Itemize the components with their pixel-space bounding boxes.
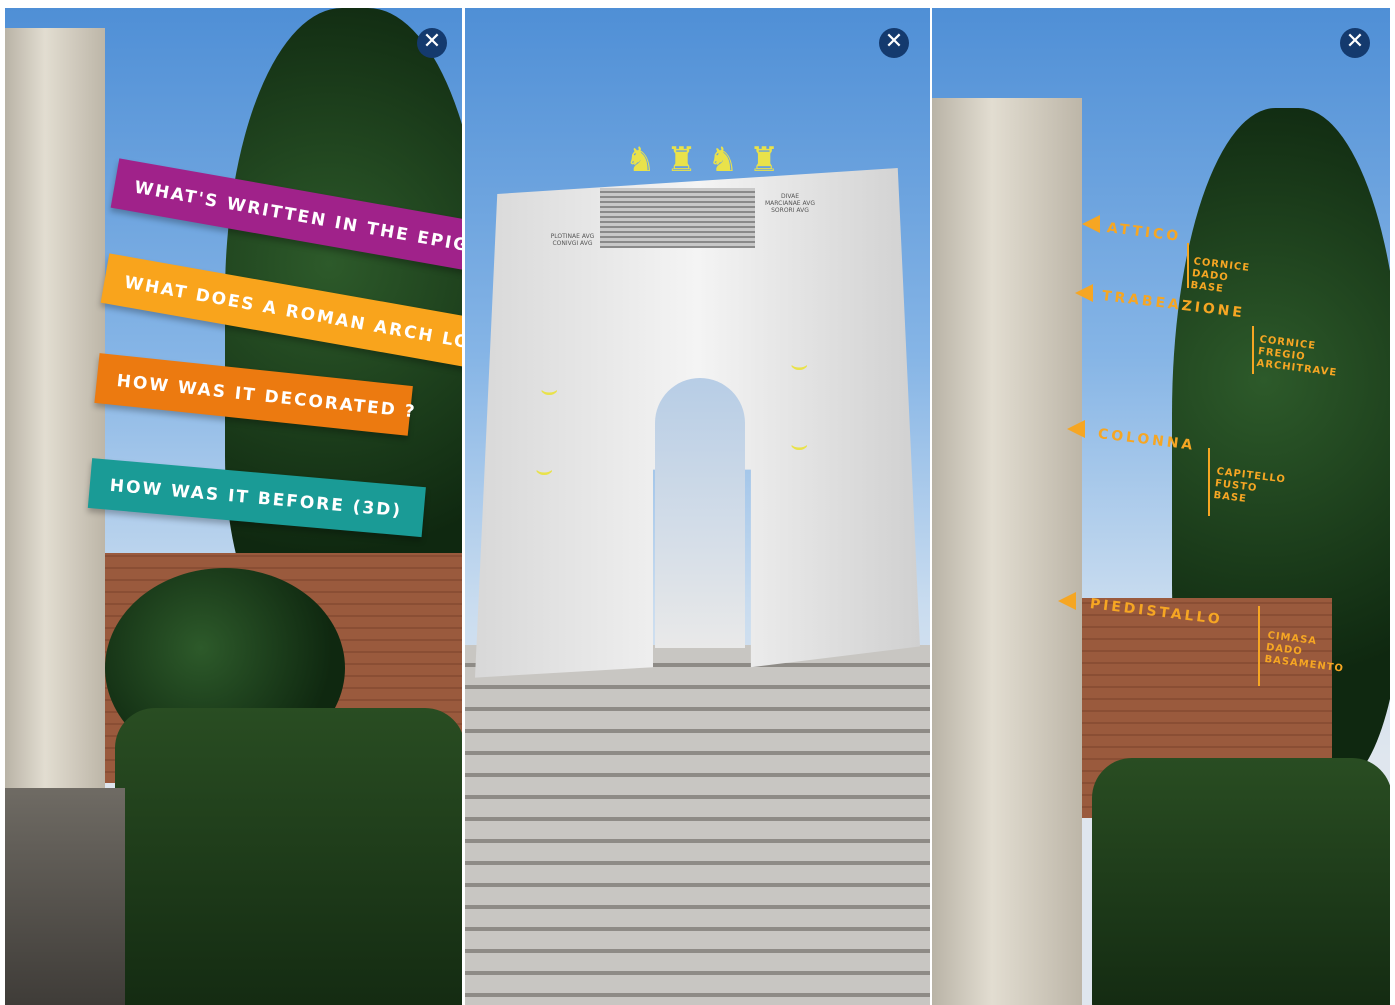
garland-icon: ⌣	[790, 428, 809, 461]
bracket-line	[1258, 606, 1260, 686]
arrow-trabeazione	[1075, 284, 1093, 302]
garland-icon: ⌣	[540, 373, 559, 406]
arrow-colonna	[1067, 420, 1085, 438]
hedge	[115, 708, 462, 1005]
arrow-piedistallo	[1058, 592, 1076, 610]
garland-icon: ⌣	[790, 348, 809, 381]
arch-opening	[655, 378, 745, 648]
hedge	[1092, 758, 1390, 1005]
bracket-line	[1187, 243, 1189, 288]
inscription-right: DIVAE MARCIANAE AVG SORORI AVG	[765, 193, 815, 214]
ar-view-labels-panel: ✕ ATTICO CORNICE DADO BASE TRABEAZIONE C…	[932, 8, 1390, 1005]
ar-view-3d-panel: PLOTINAE AVG CONIVGI AVG DIVAE MARCIANAE…	[465, 8, 930, 1005]
close-button[interactable]: ✕	[1340, 28, 1370, 58]
inscription-left: PLOTINAE AVG CONIVGI AVG	[550, 233, 595, 247]
bracket-line	[1208, 448, 1210, 516]
stairs	[465, 645, 930, 1005]
close-button[interactable]: ✕	[879, 28, 909, 58]
ar-view-menu-panel: ✕ WHAT'S WRITTEN IN THE EPIGRAPH WHAT DO…	[5, 8, 462, 1005]
close-button[interactable]: ✕	[417, 28, 447, 58]
attic-inscription	[600, 188, 755, 248]
arch-pillar	[932, 98, 1082, 1005]
ground	[5, 788, 125, 1005]
statue-group: ♞ ♜ ♞ ♜	[625, 140, 780, 180]
bracket-line	[1252, 326, 1254, 374]
sublabel-attico: CORNICE DADO BASE	[1189, 256, 1251, 295]
garland-icon: ⌣	[535, 453, 554, 486]
arch-pillar	[5, 28, 105, 788]
arrow-attico	[1082, 215, 1100, 233]
